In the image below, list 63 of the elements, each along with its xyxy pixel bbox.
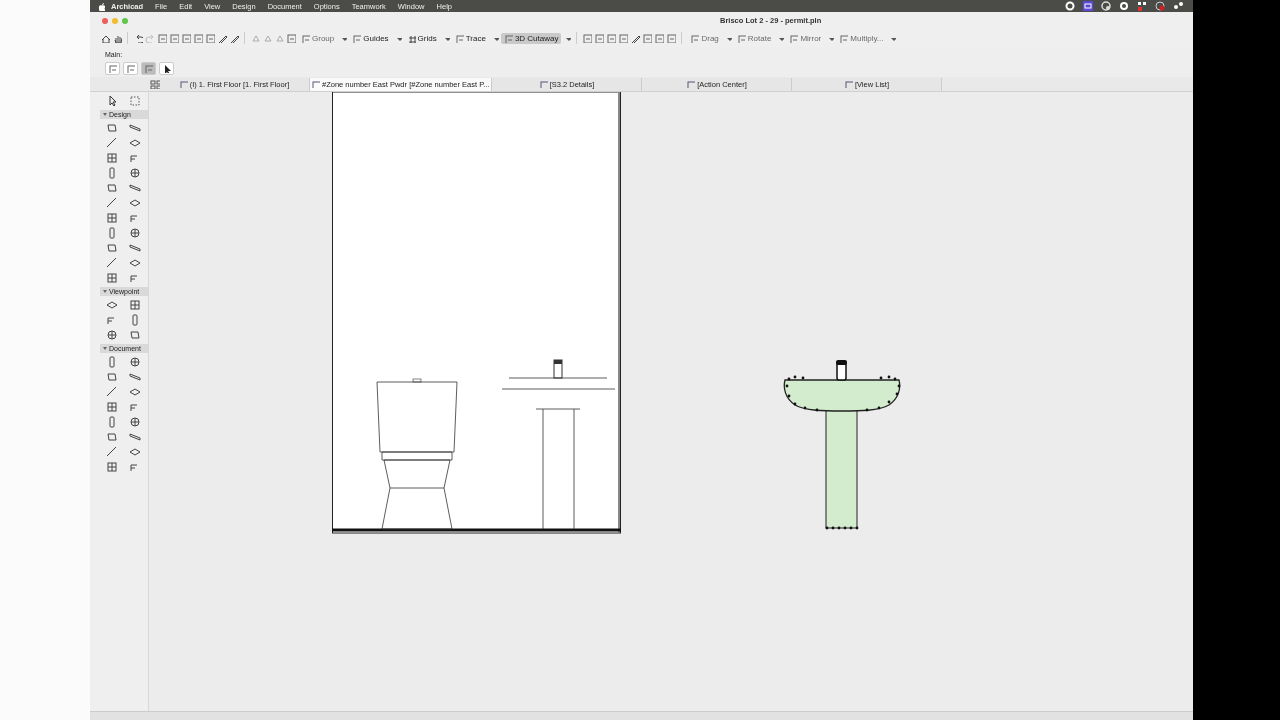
toolbar-button[interactable]: 3D Cutaway <box>500 32 562 44</box>
tool-icon[interactable] <box>128 446 141 458</box>
tool-icon[interactable] <box>105 212 118 224</box>
tool-icon[interactable] <box>105 386 118 398</box>
tool-icon[interactable] <box>128 227 141 239</box>
view-icon <box>539 80 548 88</box>
tool-icon[interactable] <box>105 122 118 134</box>
tool-icon <box>789 33 799 43</box>
toolbar-button[interactable]: Guides <box>349 32 392 44</box>
tool-icon <box>503 33 513 43</box>
tool-icon[interactable] <box>105 137 118 149</box>
screen-icon[interactable] <box>1083 1 1093 11</box>
tool-icon <box>690 33 700 43</box>
tool-icon[interactable] <box>128 329 141 341</box>
tool-icon <box>406 33 416 43</box>
tool-icon[interactable] <box>128 242 141 254</box>
tool-icon[interactable] <box>128 137 141 149</box>
tool-icon[interactable] <box>105 272 118 284</box>
tool-icon[interactable] <box>105 371 118 383</box>
tool-icon[interactable] <box>128 167 141 179</box>
tool-icon[interactable] <box>128 386 141 398</box>
tool-icon <box>736 33 746 43</box>
grid-icon[interactable] <box>1137 1 1147 11</box>
pen-icon[interactable] <box>630 33 641 43</box>
tool-icon[interactable] <box>105 197 118 209</box>
view-icon <box>312 80 320 88</box>
tool-icon[interactable] <box>128 371 141 383</box>
tool-icon <box>839 33 849 43</box>
tool-icon[interactable] <box>128 197 141 209</box>
grid-view-icon[interactable] <box>150 79 160 89</box>
toolbar-button[interactable]: Trace <box>451 32 489 44</box>
close-button[interactable] <box>102 17 108 24</box>
tool-icon[interactable] <box>105 401 118 413</box>
tool-icon[interactable] <box>105 152 118 164</box>
circle-icon[interactable] <box>1065 1 1075 11</box>
tool-icon[interactable] <box>105 257 118 269</box>
tool-icon[interactable] <box>128 431 141 443</box>
gauge-icon[interactable] <box>1101 1 1111 11</box>
tool-icon[interactable] <box>105 299 118 311</box>
tool-icon[interactable] <box>105 431 118 443</box>
view-icon <box>844 80 853 88</box>
tool-icon[interactable] <box>105 446 118 458</box>
apple-icon[interactable] <box>96 1 105 11</box>
toolbar-button[interactable]: Grids <box>403 32 440 44</box>
tool-icon[interactable] <box>128 299 141 311</box>
tool-icon[interactable] <box>128 182 141 194</box>
tool-icon <box>301 33 310 43</box>
tool-icon[interactable] <box>128 257 141 269</box>
tool-icon[interactable] <box>128 122 141 134</box>
tool-icon <box>454 33 464 43</box>
tool-icon <box>352 33 362 43</box>
radar-icon[interactable] <box>1155 1 1165 11</box>
dots-icon[interactable] <box>1173 1 1183 11</box>
tool-icon[interactable] <box>105 329 118 341</box>
view-icon <box>687 80 696 88</box>
tool-icon[interactable] <box>105 242 118 254</box>
tool-icon[interactable] <box>105 461 118 473</box>
tool-icon[interactable] <box>128 356 141 368</box>
tool-icon[interactable] <box>128 416 141 428</box>
home-icon[interactable] <box>100 33 110 43</box>
hand-icon[interactable] <box>112 33 122 43</box>
tool-icon[interactable] <box>105 182 118 194</box>
view-icon <box>179 80 188 88</box>
